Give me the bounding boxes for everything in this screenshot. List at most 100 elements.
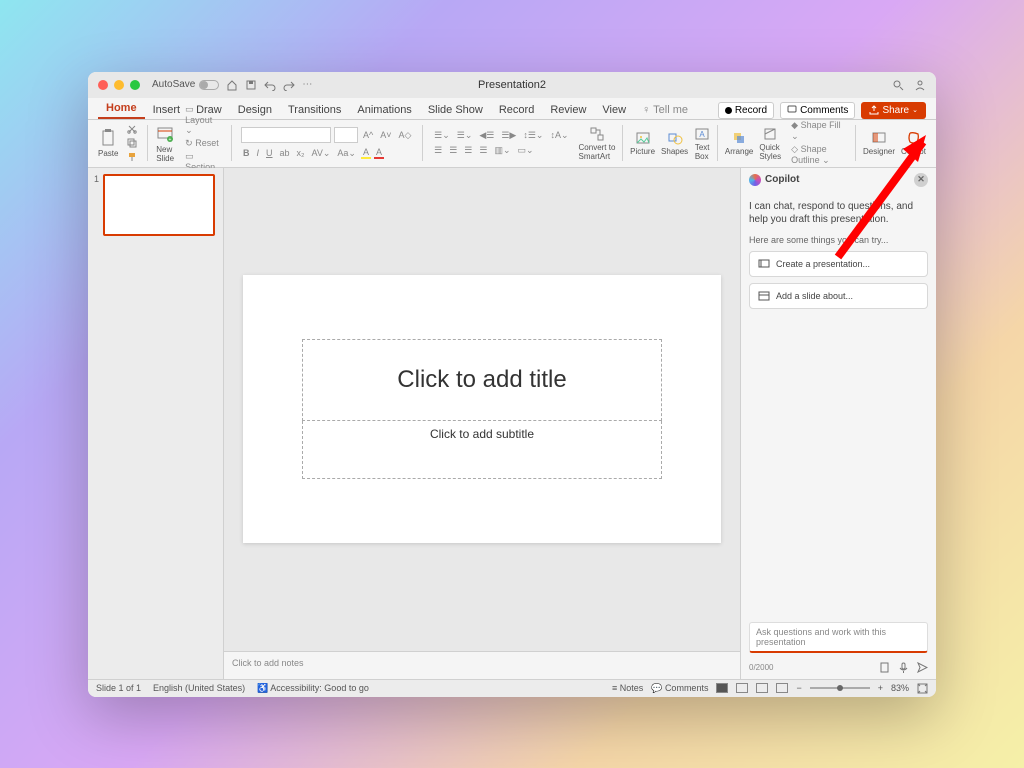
close-window-button[interactable] (98, 80, 108, 90)
textbox-button[interactable]: A Text Box (692, 125, 712, 162)
comments-button[interactable]: Comments (780, 102, 855, 119)
tab-home[interactable]: Home (98, 99, 145, 119)
maximize-window-button[interactable] (130, 80, 140, 90)
minimize-window-button[interactable] (114, 80, 124, 90)
align-justify-icon[interactable]: ☰ (477, 145, 489, 156)
changecase-icon[interactable]: Aa⌄ (335, 148, 358, 159)
strike-icon[interactable]: ab (278, 148, 292, 158)
save-icon[interactable] (245, 79, 257, 91)
account-icon[interactable] (914, 79, 926, 91)
underline-icon[interactable]: U (264, 148, 275, 158)
columns-icon[interactable]: ▥⌄ (492, 145, 512, 156)
bold-icon[interactable]: B (241, 148, 252, 158)
notes-toggle[interactable]: ≡ Notes (612, 683, 643, 693)
font-size-select[interactable] (334, 127, 358, 143)
convert-smartart-button[interactable]: Convert to SmartArt (577, 125, 618, 162)
zoom-out-icon[interactable]: − (796, 683, 801, 693)
spacing-icon[interactable]: AV⌄ (310, 148, 333, 159)
paste-button[interactable]: Paste (96, 127, 120, 159)
svg-text:+: + (169, 137, 172, 143)
clear-format-icon[interactable]: A◇ (397, 130, 414, 141)
tab-view[interactable]: View (594, 101, 634, 119)
new-slide-button[interactable]: + New Slide (153, 123, 177, 164)
mic-icon[interactable] (898, 662, 909, 673)
thumb-number: 1 (94, 174, 99, 236)
slide[interactable]: Click to add title Click to add subtitle (243, 275, 721, 543)
sorter-view-icon[interactable] (736, 683, 748, 693)
slide-counter[interactable]: Slide 1 of 1 (96, 683, 141, 693)
layout-button[interactable]: ▭ Layout ⌄ (183, 104, 222, 136)
designer-button[interactable]: Designer (861, 129, 897, 157)
copilot-button[interactable]: Copilot (899, 129, 928, 157)
aligntext-icon[interactable]: ▭⌄ (516, 145, 536, 156)
search-icon[interactable] (892, 79, 904, 91)
status-bar: Slide 1 of 1 English (United States) ♿ A… (88, 679, 936, 697)
italic-icon[interactable]: I (255, 148, 262, 158)
reading-view-icon[interactable] (756, 683, 768, 693)
copilot-input[interactable]: Ask questions and work with this present… (749, 622, 928, 653)
tab-transitions[interactable]: Transitions (280, 101, 349, 119)
shadow-icon[interactable]: x₂ (295, 148, 307, 158)
textdir-icon[interactable]: ↕A⌄ (548, 130, 570, 141)
zoom-level[interactable]: 83% (891, 683, 909, 693)
normal-view-icon[interactable] (716, 683, 728, 693)
language-indicator[interactable]: English (United States) (153, 683, 245, 693)
more-icon[interactable]: ⋯ (302, 79, 312, 90)
reset-button[interactable]: ↻ Reset (183, 138, 221, 149)
slide-thumbnail-1[interactable] (103, 174, 215, 236)
arrange-button[interactable]: Arrange (723, 129, 755, 157)
copilot-suggestion-create[interactable]: Create a presentation... (749, 251, 928, 277)
bullets-icon[interactable]: ☰⌄ (432, 130, 452, 141)
accessibility-indicator[interactable]: ♿ Accessibility: Good to go (257, 683, 369, 694)
font-family-select[interactable] (241, 127, 331, 143)
book-icon[interactable] (879, 662, 890, 673)
send-icon[interactable] (917, 662, 928, 673)
tab-design[interactable]: Design (230, 101, 280, 119)
fit-to-window-icon[interactable] (917, 683, 928, 694)
linespacing-icon[interactable]: ↕☰⌄ (521, 130, 545, 141)
quickstyles-button[interactable]: Quick Styles (757, 125, 783, 162)
decrease-font-icon[interactable]: A˅ (378, 130, 393, 140)
numbering-icon[interactable]: ☰⌄ (455, 130, 475, 141)
home-icon[interactable] (226, 79, 238, 91)
format-painter-icon[interactable] (126, 151, 138, 163)
fontcolor-icon[interactable]: A (374, 147, 384, 159)
title-placeholder[interactable]: Click to add title (302, 339, 662, 421)
highlight-icon[interactable]: A (361, 147, 371, 159)
shapefill-button[interactable]: ◆ Shape Fill ⌄ (789, 120, 846, 142)
undo-icon[interactable] (264, 79, 276, 91)
tab-review[interactable]: Review (542, 101, 594, 119)
zoom-slider[interactable] (810, 687, 870, 689)
tab-record[interactable]: Record (491, 101, 542, 119)
slideshow-view-icon[interactable] (776, 683, 788, 693)
tab-tellme[interactable]: ♀ Tell me (634, 101, 696, 119)
indent-dec-icon[interactable]: ◀☰ (477, 130, 496, 141)
copilot-hint: Here are some things you can try... (749, 235, 928, 245)
indent-inc-icon[interactable]: ☰▶ (499, 130, 518, 141)
align-center-icon[interactable]: ☰ (447, 145, 459, 156)
redo-icon[interactable] (283, 79, 295, 91)
comments-toggle[interactable]: 💬 Comments (651, 683, 708, 694)
copilot-suggestion-addslide[interactable]: Add a slide about... (749, 283, 928, 309)
quickstyles-icon (762, 126, 778, 142)
ribbon: Paste + New Slide ▭ Layout ⌄ ↻ Reset ▭ S… (88, 120, 936, 168)
share-button[interactable]: Share ⌄ (861, 102, 926, 119)
copy-icon[interactable] (126, 137, 138, 149)
close-icon[interactable]: ✕ (914, 173, 928, 187)
autosave-toggle[interactable]: AutoSave (152, 79, 219, 90)
increase-font-icon[interactable]: A^ (361, 130, 375, 140)
cut-icon[interactable] (126, 123, 138, 135)
subtitle-placeholder[interactable]: Click to add subtitle (302, 421, 662, 479)
slide-thumbnails-panel: 1 (88, 168, 224, 679)
copilot-char-counter: 0/2000 (749, 663, 773, 672)
zoom-in-icon[interactable]: + (878, 683, 883, 693)
tab-animations[interactable]: Animations (349, 101, 419, 119)
shapes-button[interactable]: Shapes (659, 129, 690, 157)
align-left-icon[interactable]: ☰ (432, 145, 444, 156)
align-right-icon[interactable]: ☰ (462, 145, 474, 156)
record-button[interactable]: Record (718, 102, 774, 119)
notes-pane[interactable]: Click to add notes (224, 651, 740, 679)
tab-slideshow[interactable]: Slide Show (420, 101, 491, 119)
shapeoutline-button[interactable]: ◇ Shape Outline ⌄ (789, 144, 846, 166)
picture-button[interactable]: Picture (628, 129, 657, 157)
